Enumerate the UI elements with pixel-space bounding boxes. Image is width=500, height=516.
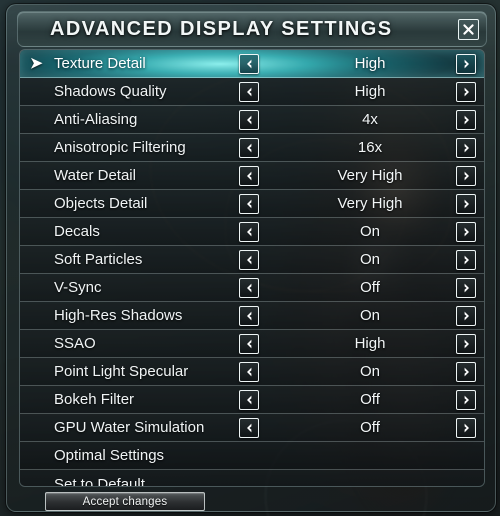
chevron-right-icon[interactable] — [456, 81, 476, 102]
settings-row-label: Water Detail — [54, 167, 136, 184]
settings-row[interactable]: ➤ Texture Detail High — [20, 50, 484, 78]
game-settings-screen: ADVANCED DISPLAY SETTINGS ➤ Texture Detai… — [0, 0, 500, 516]
settings-row-label: Anti-Aliasing — [54, 111, 138, 128]
close-x-icon[interactable] — [458, 19, 479, 40]
chevron-right-icon[interactable] — [456, 165, 476, 186]
settings-row-value: High — [354, 83, 386, 100]
accept-changes-label: Accept changes — [82, 495, 168, 508]
chevron-left-icon[interactable] — [239, 193, 259, 214]
chevron-right-icon[interactable] — [456, 221, 476, 242]
chevron-right-icon[interactable] — [456, 417, 476, 438]
selection-arrow-icon: ➤ — [30, 55, 43, 72]
settings-row-value: 4x — [362, 111, 378, 128]
chevron-left-icon[interactable] — [239, 165, 259, 186]
settings-row[interactable]: Anti-Aliasing 4x — [20, 106, 484, 134]
settings-row-value: High — [354, 335, 386, 352]
chevron-right-icon[interactable] — [456, 333, 476, 354]
settings-row-value: On — [359, 223, 380, 240]
chevron-left-icon[interactable] — [239, 305, 259, 326]
settings-row-value: Off — [360, 279, 380, 296]
chevron-right-icon[interactable] — [456, 53, 476, 74]
chevron-right-icon[interactable] — [456, 193, 476, 214]
settings-list: ➤ Texture Detail High Shadows Quality High An… — [19, 49, 485, 487]
settings-row-label: Soft Particles — [54, 251, 143, 268]
settings-row-label: Decals — [54, 223, 100, 240]
settings-row-label: Set to Default — [54, 475, 145, 487]
settings-row[interactable]: V-Sync Off — [20, 274, 484, 302]
chevron-right-icon[interactable] — [456, 277, 476, 298]
chevron-right-icon[interactable] — [456, 109, 476, 130]
settings-row-value: On — [359, 307, 380, 324]
settings-row-value: Very High — [337, 167, 403, 184]
settings-row-label: Point Light Specular — [54, 363, 189, 380]
settings-row-label: Objects Detail — [54, 195, 148, 212]
settings-row[interactable]: Point Light Specular On — [20, 358, 484, 386]
chevron-left-icon[interactable] — [239, 221, 259, 242]
settings-row[interactable]: High-Res Shadows On — [20, 302, 484, 330]
settings-row-value: Very High — [337, 195, 403, 212]
chevron-left-icon[interactable] — [239, 389, 259, 410]
accept-changes-button[interactable]: Accept changes — [45, 492, 205, 511]
chevron-left-icon[interactable] — [239, 249, 259, 270]
settings-row[interactable]: Water Detail Very High — [20, 162, 484, 190]
settings-row[interactable]: Anisotropic Filtering 16x — [20, 134, 484, 162]
chevron-right-icon[interactable] — [456, 137, 476, 158]
chevron-left-icon[interactable] — [239, 109, 259, 130]
settings-row[interactable]: SSAO High — [20, 330, 484, 358]
settings-row[interactable]: Optimal Settings — [20, 442, 484, 470]
chevron-right-icon[interactable] — [456, 361, 476, 382]
chevron-left-icon[interactable] — [239, 137, 259, 158]
settings-row-value: 16x — [357, 139, 383, 156]
chevron-left-icon[interactable] — [239, 53, 259, 74]
chevron-left-icon[interactable] — [239, 417, 259, 438]
settings-row[interactable]: Soft Particles On — [20, 246, 484, 274]
window-titlebar: ADVANCED DISPLAY SETTINGS — [17, 11, 487, 47]
settings-row[interactable]: Bokeh Filter Off — [20, 386, 484, 414]
chevron-right-icon[interactable] — [456, 249, 476, 270]
settings-row-label: Anisotropic Filtering — [54, 139, 186, 156]
settings-row[interactable]: Objects Detail Very High — [20, 190, 484, 218]
settings-row-label: V-Sync — [54, 279, 102, 296]
chevron-right-icon[interactable] — [456, 305, 476, 326]
settings-row[interactable]: Decals On — [20, 218, 484, 246]
settings-row-value: Off — [360, 419, 380, 436]
settings-row[interactable]: Shadows Quality High — [20, 78, 484, 106]
settings-row-value: Off — [360, 391, 380, 408]
settings-row-label: High-Res Shadows — [54, 307, 183, 324]
chevron-right-icon[interactable] — [456, 389, 476, 410]
chevron-left-icon[interactable] — [239, 361, 259, 382]
chevron-left-icon[interactable] — [239, 277, 259, 298]
settings-row[interactable]: Set to Default — [20, 470, 484, 487]
settings-row-value: On — [359, 251, 380, 268]
settings-row-value: High — [354, 55, 386, 72]
settings-row-label: Bokeh Filter — [54, 391, 135, 408]
settings-row-label: SSAO — [54, 335, 96, 352]
settings-row-label: GPU Water Simulation — [54, 419, 205, 436]
settings-row-label: Shadows Quality — [54, 83, 167, 100]
settings-row-label: Optimal Settings — [54, 447, 165, 464]
chevron-left-icon[interactable] — [239, 81, 259, 102]
settings-row-label: Texture Detail — [54, 55, 146, 72]
settings-row-value: On — [359, 363, 380, 380]
window-title: ADVANCED DISPLAY SETTINGS — [50, 17, 393, 40]
chevron-left-icon[interactable] — [239, 333, 259, 354]
settings-row[interactable]: GPU Water Simulation Off — [20, 414, 484, 442]
settings-window: ADVANCED DISPLAY SETTINGS ➤ Texture Detai… — [6, 4, 496, 512]
